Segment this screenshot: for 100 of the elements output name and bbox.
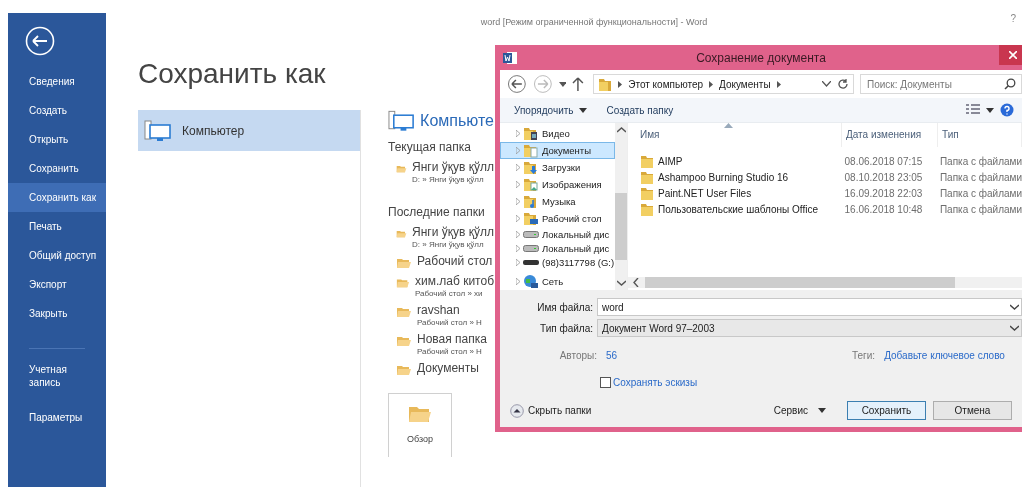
film-folder-icon bbox=[523, 126, 539, 141]
tree-item[interactable]: Локальный дис bbox=[500, 241, 616, 255]
folder-item[interactable]: Новая папка Рабочий стол » Н bbox=[396, 332, 494, 356]
desktop-folder-icon bbox=[523, 211, 539, 226]
tree-item[interactable]: Локальный дис bbox=[500, 227, 616, 241]
drive-icon bbox=[523, 230, 539, 238]
nav-item[interactable]: Сведения bbox=[8, 67, 106, 96]
nav-item[interactable]: Открыть bbox=[8, 125, 106, 154]
help-icon[interactable] bbox=[1000, 103, 1014, 117]
tree-item[interactable]: Видео bbox=[500, 125, 616, 142]
folder-icon bbox=[396, 276, 410, 289]
tree-item[interactable]: Документы bbox=[500, 142, 616, 159]
breadcrumb[interactable]: Этот компьютер bbox=[628, 78, 703, 90]
search-field[interactable]: Поиск: Документы bbox=[860, 74, 1022, 94]
cancel-button[interactable]: Отмена bbox=[933, 401, 1012, 420]
file-row[interactable]: Paint.NET User Files 16.09.2018 22:03 Папка с файлами bbox=[628, 185, 1022, 201]
column-header[interactable]: Тип bbox=[938, 123, 1022, 147]
browse-button[interactable]: Обзор bbox=[388, 393, 452, 457]
tree-item[interactable]: Музыка bbox=[500, 193, 616, 210]
nav-item[interactable]: Общий доступ bbox=[8, 241, 106, 270]
music-folder-icon bbox=[523, 194, 539, 209]
folder-item[interactable]: хим.лаб китоб Рабочий стол » хи bbox=[396, 274, 494, 298]
caret-icon bbox=[818, 408, 826, 413]
view-list-icon[interactable] bbox=[966, 104, 980, 116]
folder-icon bbox=[396, 334, 412, 347]
chevron-down-icon bbox=[616, 280, 626, 286]
tree-item[interactable]: Рабочий стол bbox=[500, 210, 616, 227]
column-header[interactable]: Имя bbox=[628, 123, 842, 147]
drive-icon bbox=[523, 244, 539, 252]
back-icon[interactable] bbox=[507, 74, 527, 94]
file-row[interactable]: AIMP 08.06.2018 07:15 Папка с файлами bbox=[628, 153, 1022, 169]
help-button[interactable]: ? bbox=[1010, 13, 1016, 24]
nav-item[interactable]: Печать bbox=[8, 212, 106, 241]
nav-item[interactable]: Экспорт bbox=[8, 270, 106, 299]
tools-menu[interactable]: Сервис bbox=[773, 405, 826, 416]
place-item[interactable]: Компьютер bbox=[138, 110, 360, 151]
chevron-down-icon[interactable] bbox=[822, 81, 831, 87]
folder-item[interactable]: ravshan Рабочий стол » Н bbox=[396, 303, 494, 327]
picture-folder-icon bbox=[523, 177, 539, 192]
folder-item[interactable]: Документы bbox=[396, 361, 494, 376]
folder-icon bbox=[640, 170, 654, 184]
section-heading: Компьюте bbox=[420, 112, 494, 130]
expand-arrow-icon bbox=[516, 130, 520, 137]
scrollbar[interactable] bbox=[615, 123, 628, 290]
tree-item[interactable]: Загрузки bbox=[500, 159, 616, 176]
chevron-down-icon bbox=[1010, 325, 1019, 331]
expand-arrow-icon bbox=[516, 181, 520, 188]
nav-item[interactable]: Учетная запись bbox=[8, 361, 106, 403]
field-label: Авторы: bbox=[558, 349, 598, 361]
folder-icon bbox=[396, 305, 412, 318]
up-arrow-icon[interactable] bbox=[572, 77, 585, 91]
file-type-select[interactable]: Документ Word 97–2003 bbox=[597, 319, 1022, 337]
file-name-field[interactable]: word bbox=[597, 298, 1022, 316]
chevron-right-icon bbox=[709, 80, 713, 88]
breadcrumb[interactable]: Документы bbox=[719, 78, 771, 90]
column-header[interactable]: Дата изменения bbox=[842, 123, 938, 147]
computer-icon bbox=[144, 119, 171, 142]
folder-item[interactable]: Янги ўқув қўлл D: » Янги ўқув қўлл bbox=[396, 225, 494, 249]
authors-link[interactable]: 56 bbox=[606, 349, 618, 361]
nav-item[interactable]: Сохранить как bbox=[8, 183, 106, 212]
save-button[interactable]: Сохранить bbox=[847, 401, 926, 420]
caret-icon bbox=[578, 107, 587, 113]
expand-arrow-icon bbox=[516, 198, 520, 205]
computer-icon bbox=[388, 110, 415, 132]
folder-item[interactable]: Рабочий стол bbox=[396, 254, 494, 269]
chevron-right-icon bbox=[618, 80, 623, 88]
tree-item[interactable]: Сеть bbox=[500, 273, 616, 290]
folder-icon bbox=[640, 186, 654, 200]
download-folder-icon bbox=[523, 160, 539, 175]
nav-item[interactable]: Параметры bbox=[8, 403, 106, 432]
tree-item[interactable]: (98)3117798 (G:) bbox=[500, 255, 616, 269]
organize-menu[interactable]: Упорядочить bbox=[514, 104, 587, 116]
address-bar[interactable]: Этот компьютер Документы bbox=[593, 74, 854, 94]
page-heading: Сохранить как bbox=[138, 58, 326, 91]
tree-item[interactable]: Изображения bbox=[500, 176, 616, 193]
field-label: Имя файла: bbox=[536, 301, 594, 313]
close-button[interactable] bbox=[999, 45, 1022, 65]
nav-item[interactable]: Закрыть bbox=[8, 299, 106, 328]
nav-item[interactable]: Сохранить bbox=[8, 154, 106, 183]
nav-item[interactable]: Создать bbox=[8, 96, 106, 125]
scrollbar[interactable] bbox=[628, 277, 1022, 288]
refresh-icon[interactable] bbox=[837, 78, 849, 90]
hide-folders-button[interactable]: Скрыть папки bbox=[510, 403, 592, 418]
checkbox-label[interactable]: Сохранять эскизы bbox=[613, 377, 698, 388]
new-folder-button[interactable]: Создать папку bbox=[606, 104, 674, 116]
tags-link[interactable]: Добавьте ключевое слово bbox=[884, 349, 1005, 361]
section-label: Текущая папка bbox=[388, 140, 472, 154]
caret-icon[interactable] bbox=[986, 107, 994, 113]
expand-arrow-icon bbox=[516, 278, 520, 285]
checkbox[interactable] bbox=[600, 377, 611, 388]
sort-arrow-icon bbox=[723, 123, 733, 128]
chevron-right-icon bbox=[776, 80, 781, 88]
window-title: word [Режим ограниченной функциональности] - Word bbox=[480, 17, 708, 27]
caret-icon[interactable] bbox=[558, 81, 567, 87]
field-label: Теги: bbox=[851, 349, 877, 361]
drive-icon bbox=[523, 259, 539, 265]
file-row[interactable]: Ashampoo Burning Studio 16 08.10.2018 23:05 Папка с файлами bbox=[628, 169, 1022, 185]
file-row[interactable]: Пользовательские шаблоны Office 16.06.2018 10:48 Папка с файлами bbox=[628, 201, 1022, 217]
expand-arrow-icon bbox=[516, 147, 520, 154]
folder-item[interactable]: Янги ўқув қўлл D: » Янги ўқув қўлл bbox=[396, 160, 494, 184]
